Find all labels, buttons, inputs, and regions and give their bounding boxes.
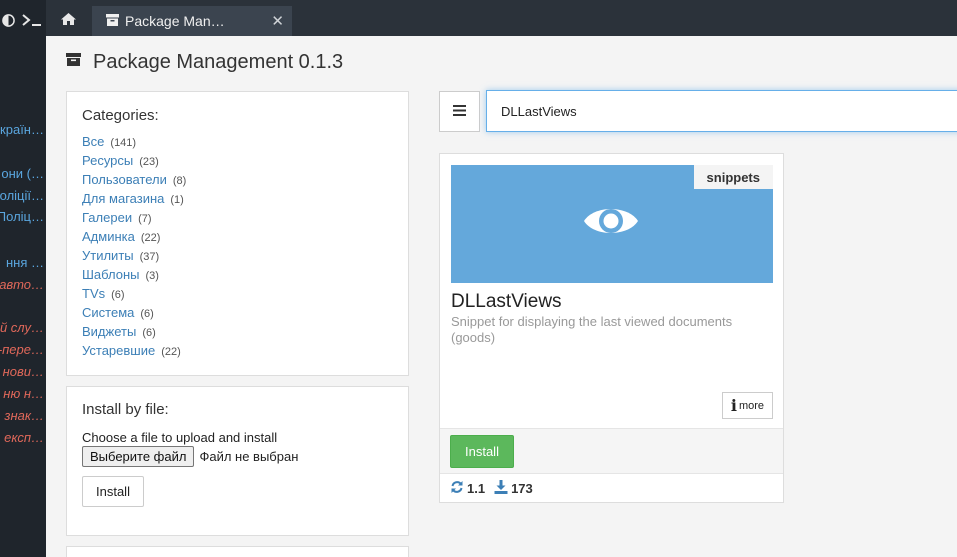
package-thumbnail[interactable]: snippets bbox=[451, 165, 773, 283]
install-file-button[interactable]: Install bbox=[82, 476, 144, 507]
version-stat: 1.1 bbox=[450, 480, 485, 497]
package-card: snippets DLLastViews Snippet for display… bbox=[439, 153, 784, 503]
tab-package-management[interactable]: Package Man… ✕ bbox=[92, 6, 292, 36]
download-icon bbox=[494, 480, 511, 497]
sidebar-item[interactable]: авто… bbox=[0, 277, 44, 292]
divider bbox=[440, 473, 783, 474]
card-footer-actions: Install bbox=[440, 429, 783, 473]
category-item[interactable]: Устаревшие (22) bbox=[82, 343, 393, 362]
category-label[interactable]: Виджеты bbox=[82, 324, 136, 339]
category-item[interactable]: Админка (22) bbox=[82, 229, 393, 248]
bottom-panel bbox=[66, 546, 409, 557]
category-item[interactable]: Пользователи (8) bbox=[82, 172, 393, 191]
category-badge: snippets bbox=[693, 165, 773, 189]
category-label[interactable]: TVs bbox=[82, 286, 105, 301]
more-label: more bbox=[738, 399, 764, 412]
install-button[interactable]: Install bbox=[450, 435, 514, 468]
close-icon[interactable]: ✕ bbox=[271, 12, 284, 30]
downloads-stat: 173 bbox=[494, 480, 533, 497]
category-count: (22) bbox=[161, 346, 181, 358]
archive-icon bbox=[106, 13, 119, 29]
downloads-value: 173 bbox=[511, 481, 533, 496]
eye-icon bbox=[582, 201, 640, 246]
category-count: (6) bbox=[111, 289, 125, 301]
package-name[interactable]: DLLastViews bbox=[451, 291, 562, 313]
left-sidebar: країн… они (… оліції… Поліц… ння … авто… й слу… bbox=[0, 0, 46, 557]
sidebar-item[interactable]: експ… bbox=[4, 430, 44, 445]
category-count: (22) bbox=[140, 232, 161, 244]
category-item[interactable]: Для магазина (1) bbox=[82, 191, 393, 210]
category-count: (37) bbox=[139, 251, 160, 263]
search-input[interactable] bbox=[486, 90, 957, 132]
category-count: (1) bbox=[170, 194, 184, 206]
sidebar-item[interactable]: ню н… bbox=[3, 386, 44, 401]
category-item[interactable]: Все (141) bbox=[82, 134, 393, 153]
package-stats: 1.1 173 bbox=[450, 480, 542, 497]
category-item[interactable]: Утилиты (37) bbox=[82, 248, 393, 267]
category-item[interactable]: TVs (6) bbox=[82, 286, 393, 305]
category-label[interactable]: Админка bbox=[82, 229, 135, 244]
archive-icon bbox=[66, 53, 81, 71]
package-description: Snippet for displaying the last viewed d… bbox=[451, 314, 733, 345]
install-by-file-title: Install by file: bbox=[82, 401, 169, 418]
sidebar-item[interactable]: ння … bbox=[6, 255, 44, 270]
category-label[interactable]: Шаблоны bbox=[82, 267, 140, 282]
category-count: (3) bbox=[145, 270, 159, 282]
more-button[interactable]: i more bbox=[721, 392, 773, 419]
version-value: 1.1 bbox=[467, 481, 486, 496]
category-count: (23) bbox=[139, 156, 159, 168]
hamburger-icon bbox=[453, 103, 466, 121]
page-header: Package Management 0.1.3 bbox=[66, 48, 343, 76]
home-tab[interactable] bbox=[46, 6, 90, 36]
sidebar-item[interactable]: Поліц… bbox=[0, 209, 44, 224]
category-item[interactable]: Виджеты (6) bbox=[82, 324, 393, 343]
half-circle-icon[interactable] bbox=[0, 6, 16, 34]
category-label[interactable]: Система bbox=[82, 305, 134, 320]
sidebar-item[interactable]: они (… bbox=[1, 166, 44, 181]
category-item[interactable]: Галереи (7) bbox=[82, 210, 393, 229]
choose-file-button[interactable]: Выберите файл bbox=[82, 446, 195, 467]
sidebar-item[interactable]: знак… bbox=[4, 408, 44, 423]
category-count: (6) bbox=[140, 308, 154, 320]
info-icon: i bbox=[730, 396, 737, 415]
categories-panel: Categories: Все (141) Ресурсы (23) Пользоват… bbox=[66, 91, 409, 376]
category-count: (7) bbox=[138, 213, 152, 225]
category-label[interactable]: Все bbox=[82, 134, 104, 149]
sidebar-top-icons bbox=[0, 6, 46, 34]
refresh-icon bbox=[450, 480, 467, 497]
top-tab-bar: Package Man… ✕ bbox=[46, 0, 957, 36]
category-label[interactable]: Ресурсы bbox=[82, 153, 133, 168]
file-picker: Выберите файл Файл не выбран bbox=[82, 446, 393, 467]
terminal-icon[interactable] bbox=[20, 6, 44, 34]
category-item[interactable]: Система (6) bbox=[82, 305, 393, 324]
category-label[interactable]: Для магазина bbox=[82, 191, 164, 206]
categories-title: Categories: bbox=[82, 107, 159, 124]
menu-button[interactable] bbox=[439, 91, 480, 132]
sidebar-item[interactable]: оліції… bbox=[0, 188, 44, 203]
tab-label: Package Man… bbox=[125, 13, 225, 29]
file-status: Файл не выбран bbox=[199, 449, 299, 464]
category-count: (8) bbox=[172, 175, 187, 187]
page-title: Package Management 0.1.3 bbox=[93, 50, 344, 73]
categories-list: Все (141) Ресурсы (23) Пользователи (8) Для ма… bbox=[82, 134, 393, 362]
category-item[interactable]: Шаблоны (3) bbox=[82, 267, 393, 286]
sidebar-item[interactable]: нови… bbox=[3, 364, 44, 379]
category-label[interactable]: Галереи bbox=[82, 210, 132, 225]
category-item[interactable]: Ресурсы (23) bbox=[82, 153, 393, 172]
category-count: (6) bbox=[142, 327, 156, 339]
category-label[interactable]: Пользователи bbox=[82, 172, 167, 187]
home-icon bbox=[60, 12, 77, 31]
category-count: (141) bbox=[110, 137, 137, 149]
category-label[interactable]: Утилиты bbox=[82, 248, 134, 263]
sidebar-item[interactable]: країн… bbox=[0, 122, 44, 137]
install-by-file-panel: Install by file: Choose a file to upload… bbox=[66, 386, 409, 536]
install-instruction: Choose a file to upload and install bbox=[82, 430, 278, 445]
sidebar-item[interactable]: -пере… bbox=[0, 342, 44, 357]
sidebar-item[interactable]: й слу… bbox=[0, 320, 44, 335]
category-label[interactable]: Устаревшие bbox=[82, 343, 155, 358]
